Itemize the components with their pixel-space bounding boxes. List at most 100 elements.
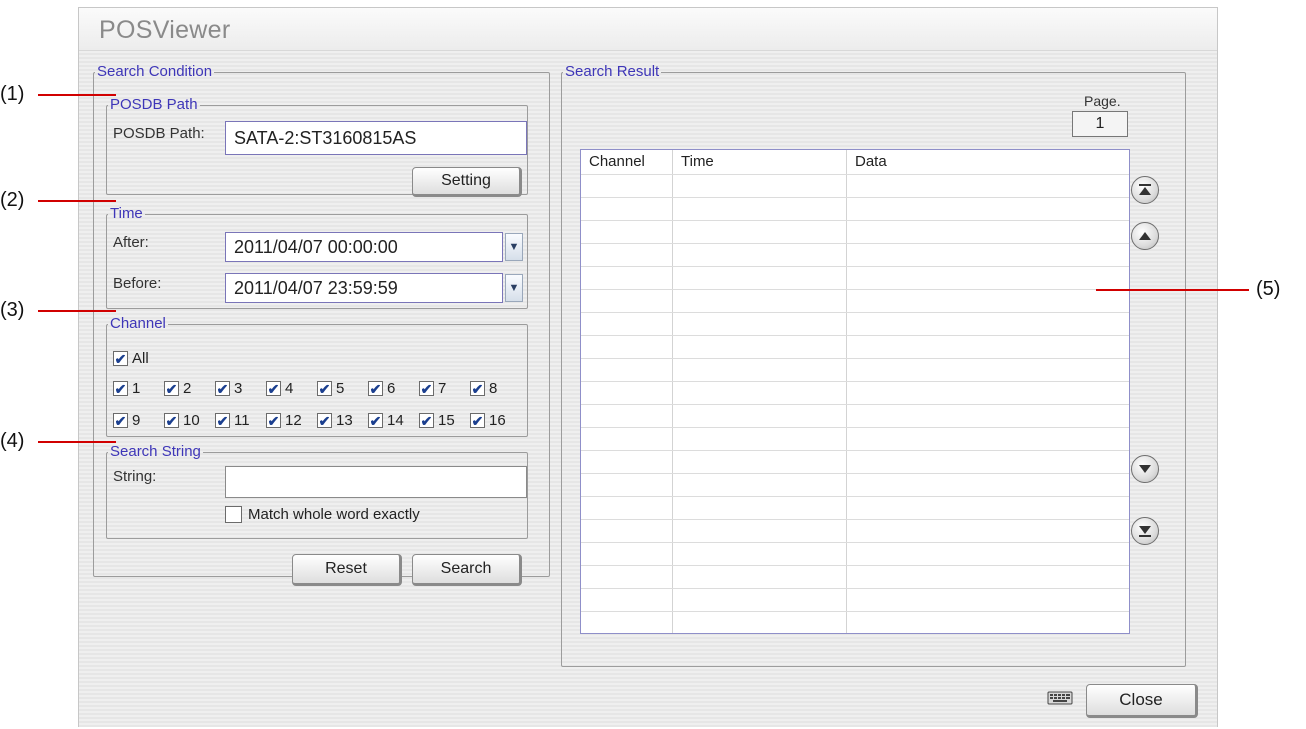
page-number-field[interactable]: 1 bbox=[1072, 111, 1128, 137]
after-dropdown-button[interactable]: ▼ bbox=[505, 233, 523, 261]
channel-checkbox-15[interactable]: ✔ 15 bbox=[419, 412, 455, 429]
search-string-legend: Search String bbox=[110, 443, 201, 460]
posdb-path-group: POSDB Path POSDB Path: SATA-2:ST3160815A… bbox=[106, 96, 528, 197]
channel-checkbox-7[interactable]: ✔ 7 bbox=[419, 380, 446, 397]
table-row-divider bbox=[581, 243, 1129, 244]
channel-label: 9 bbox=[132, 412, 141, 429]
annotation-3: (3) bbox=[0, 299, 25, 321]
channel-label: 15 bbox=[438, 412, 455, 429]
before-label: Before: bbox=[113, 275, 162, 292]
after-datetime-field[interactable]: 2011/04/07 00:00:00 bbox=[225, 232, 503, 262]
channel-label: 11 bbox=[234, 412, 250, 429]
table-row-divider bbox=[581, 450, 1129, 451]
posdb-path-field[interactable]: SATA-2:ST3160815AS bbox=[225, 121, 527, 155]
column-header-channel[interactable]: Channel bbox=[581, 150, 673, 174]
annotation-line-4 bbox=[38, 441, 116, 443]
table-row-divider bbox=[581, 496, 1129, 497]
check-icon: ✔ bbox=[113, 412, 128, 429]
keyboard-icon bbox=[1047, 691, 1073, 705]
first-page-button[interactable] bbox=[1131, 176, 1159, 204]
posviewer-window: POSViewer Search Condition POSDB Path PO… bbox=[78, 7, 1218, 727]
column-header-time[interactable]: Time bbox=[673, 150, 847, 174]
annotation-5: (5) bbox=[1256, 278, 1281, 300]
channel-checkbox-4[interactable]: ✔ 4 bbox=[266, 380, 293, 397]
check-icon: ✔ bbox=[164, 380, 179, 397]
channel-label: 2 bbox=[183, 380, 192, 397]
previous-page-button[interactable] bbox=[1131, 222, 1159, 250]
channel-legend: Channel bbox=[110, 315, 166, 332]
channel-checkbox-6[interactable]: ✔ 6 bbox=[368, 380, 395, 397]
match-whole-word-checkbox[interactable]: Match whole word exactly bbox=[225, 506, 420, 523]
channel-checkbox-5[interactable]: ✔ 5 bbox=[317, 380, 344, 397]
search-condition-legend: Search Condition bbox=[97, 63, 213, 80]
table-row-divider bbox=[581, 473, 1129, 474]
channel-label: 3 bbox=[234, 380, 243, 397]
posdb-path-legend: POSDB Path bbox=[110, 96, 198, 113]
table-row-divider bbox=[581, 611, 1129, 612]
column-header-data[interactable]: Data bbox=[847, 150, 1127, 174]
annotation-line-5 bbox=[1096, 289, 1249, 291]
channel-checkbox-1[interactable]: ✔ 1 bbox=[113, 380, 140, 397]
annotation-4: (4) bbox=[0, 430, 25, 452]
page-label: Page. bbox=[1084, 93, 1121, 109]
app-title: POSViewer bbox=[99, 16, 231, 44]
table-row-divider bbox=[581, 542, 1129, 543]
table-row-divider bbox=[581, 427, 1129, 428]
search-result-table: Channel Time Data bbox=[580, 149, 1130, 634]
check-icon: ✔ bbox=[368, 380, 383, 397]
check-icon: ✔ bbox=[470, 412, 485, 429]
keyboard-button[interactable] bbox=[1043, 683, 1077, 711]
chevron-down-icon: ▼ bbox=[508, 241, 520, 253]
table-row-divider bbox=[581, 335, 1129, 336]
channel-checkbox-3[interactable]: ✔ 3 bbox=[215, 380, 242, 397]
check-icon: ✔ bbox=[317, 380, 332, 397]
close-button[interactable]: Close bbox=[1086, 684, 1198, 718]
check-icon: ✔ bbox=[266, 380, 281, 397]
annotation-1: (1) bbox=[0, 83, 25, 105]
search-result-legend: Search Result bbox=[565, 63, 660, 80]
table-row-divider bbox=[581, 358, 1129, 359]
annotation-line-2 bbox=[38, 200, 116, 202]
check-icon: ✔ bbox=[113, 380, 128, 397]
check-icon: ✔ bbox=[113, 350, 128, 367]
channel-checkbox-11[interactable]: ✔ 11 bbox=[215, 412, 250, 429]
channel-label: 7 bbox=[438, 380, 447, 397]
channel-label: 16 bbox=[489, 412, 506, 429]
search-string-input[interactable] bbox=[225, 466, 527, 498]
annotation-line-1 bbox=[38, 94, 116, 96]
reset-button[interactable]: Reset bbox=[292, 554, 402, 586]
channel-checkbox-16[interactable]: ✔ 16 bbox=[470, 412, 506, 429]
table-row-divider bbox=[581, 381, 1129, 382]
check-icon: ✔ bbox=[317, 412, 332, 429]
last-page-icon bbox=[1139, 526, 1151, 537]
channel-checkbox-14[interactable]: ✔ 14 bbox=[368, 412, 404, 429]
channel-checkbox-13[interactable]: ✔ 13 bbox=[317, 412, 353, 429]
channel-group: Channel ✔ All ✔ 1 ✔ 2 ✔ 3 ✔ 4 ✔ 5 ✔ 6 ✔ 7 ✔ 8 ✔ 9 … bbox=[106, 316, 528, 437]
before-datetime-field[interactable]: 2011/04/07 23:59:59 bbox=[225, 273, 503, 303]
channel-checkbox-2[interactable]: ✔ 2 bbox=[164, 380, 191, 397]
table-row-divider bbox=[581, 404, 1129, 405]
before-dropdown-button[interactable]: ▼ bbox=[505, 274, 523, 302]
check-icon: ✔ bbox=[164, 412, 179, 429]
table-row-divider bbox=[581, 266, 1129, 267]
first-page-icon bbox=[1139, 184, 1151, 195]
title-bar: POSViewer bbox=[79, 8, 1217, 51]
table-row-divider bbox=[581, 312, 1129, 313]
search-button[interactable]: Search bbox=[412, 554, 522, 586]
setting-button[interactable]: Setting bbox=[412, 167, 522, 197]
last-page-button[interactable] bbox=[1131, 517, 1159, 545]
channel-checkbox-10[interactable]: ✔ 10 bbox=[164, 412, 200, 429]
table-row-divider bbox=[581, 289, 1129, 290]
channel-all-checkbox[interactable]: ✔ All bbox=[113, 350, 149, 367]
annotation-line-3 bbox=[38, 310, 116, 312]
channel-checkbox-8[interactable]: ✔ 8 bbox=[470, 380, 497, 397]
channel-label: 13 bbox=[336, 412, 353, 429]
channel-label: 12 bbox=[285, 412, 302, 429]
table-row-divider bbox=[581, 220, 1129, 221]
channel-label: 1 bbox=[132, 380, 141, 397]
channel-checkbox-9[interactable]: ✔ 9 bbox=[113, 412, 140, 429]
next-page-button[interactable] bbox=[1131, 455, 1159, 483]
channel-checkbox-12[interactable]: ✔ 12 bbox=[266, 412, 302, 429]
table-row-divider bbox=[581, 174, 1129, 175]
table-row-divider bbox=[581, 197, 1129, 198]
